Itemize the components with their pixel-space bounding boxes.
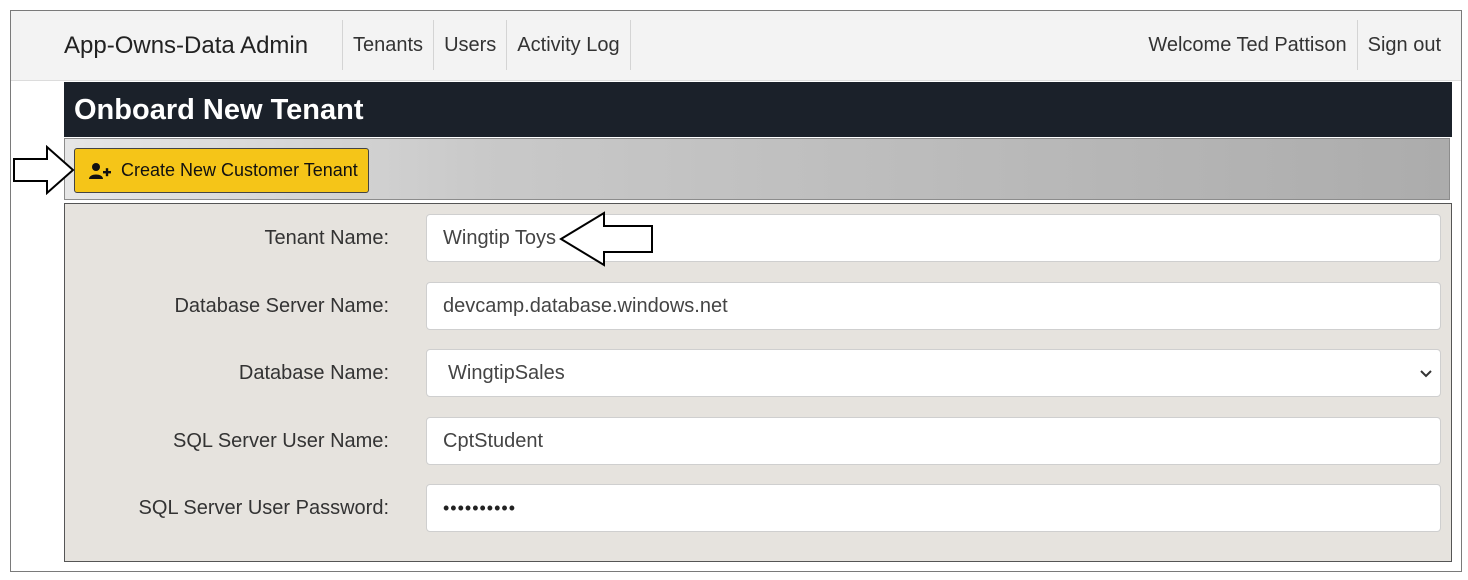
nav-link-tenants[interactable]: Tenants — [342, 20, 433, 70]
brand-title[interactable]: App-Owns-Data Admin — [64, 11, 308, 81]
db-name-select[interactable]: WingtipSales — [426, 349, 1441, 397]
nav-links: Tenants Users Activity Log — [342, 20, 631, 70]
sql-password-input[interactable]: •••••••••• — [426, 484, 1441, 532]
form-row-tenant-name: Tenant Name: — [65, 214, 1451, 262]
page-title: Onboard New Tenant — [74, 94, 364, 126]
user-plus-icon — [89, 162, 111, 179]
onboard-tenant-form: Tenant Name: Database Server Name: Datab… — [64, 203, 1452, 562]
create-new-customer-tenant-button[interactable]: Create New Customer Tenant — [74, 148, 369, 193]
tenant-name-label: Tenant Name: — [264, 227, 389, 249]
create-button-label: Create New Customer Tenant — [121, 160, 358, 180]
form-row-sql-user: SQL Server User Name: — [65, 417, 1451, 465]
form-row-sql-password: SQL Server User Password: •••••••••• — [65, 484, 1451, 532]
page-title-bar: Onboard New Tenant — [64, 82, 1452, 137]
nav-link-users[interactable]: Users — [433, 20, 506, 70]
db-server-input[interactable] — [426, 282, 1441, 330]
db-name-label: Database Name: — [238, 362, 389, 384]
chevron-down-icon — [1420, 370, 1432, 378]
db-server-label: Database Server Name: — [174, 295, 389, 317]
welcome-text: Welcome Ted Pattison — [1148, 34, 1347, 56]
sql-user-label: SQL Server User Name: — [173, 430, 389, 452]
nav-user-area: Welcome Ted Pattison Sign out — [1138, 20, 1451, 70]
sign-out-link[interactable]: Sign out — [1356, 20, 1451, 70]
top-navbar: App-Owns-Data Admin Tenants Users Activi… — [11, 11, 1461, 81]
tenant-name-input[interactable] — [426, 214, 1441, 262]
form-row-db-name: Database Name: WingtipSales — [65, 349, 1451, 397]
sql-password-label: SQL Server User Password: — [138, 497, 389, 519]
sql-user-input[interactable] — [426, 417, 1441, 465]
nav-link-activity-log[interactable]: Activity Log — [506, 20, 631, 70]
app-window: App-Owns-Data Admin Tenants Users Activi… — [10, 10, 1462, 572]
form-row-db-server: Database Server Name: — [65, 282, 1451, 330]
toolbar: Create New Customer Tenant — [64, 138, 1450, 200]
db-name-selected-value: WingtipSales — [448, 361, 565, 384]
